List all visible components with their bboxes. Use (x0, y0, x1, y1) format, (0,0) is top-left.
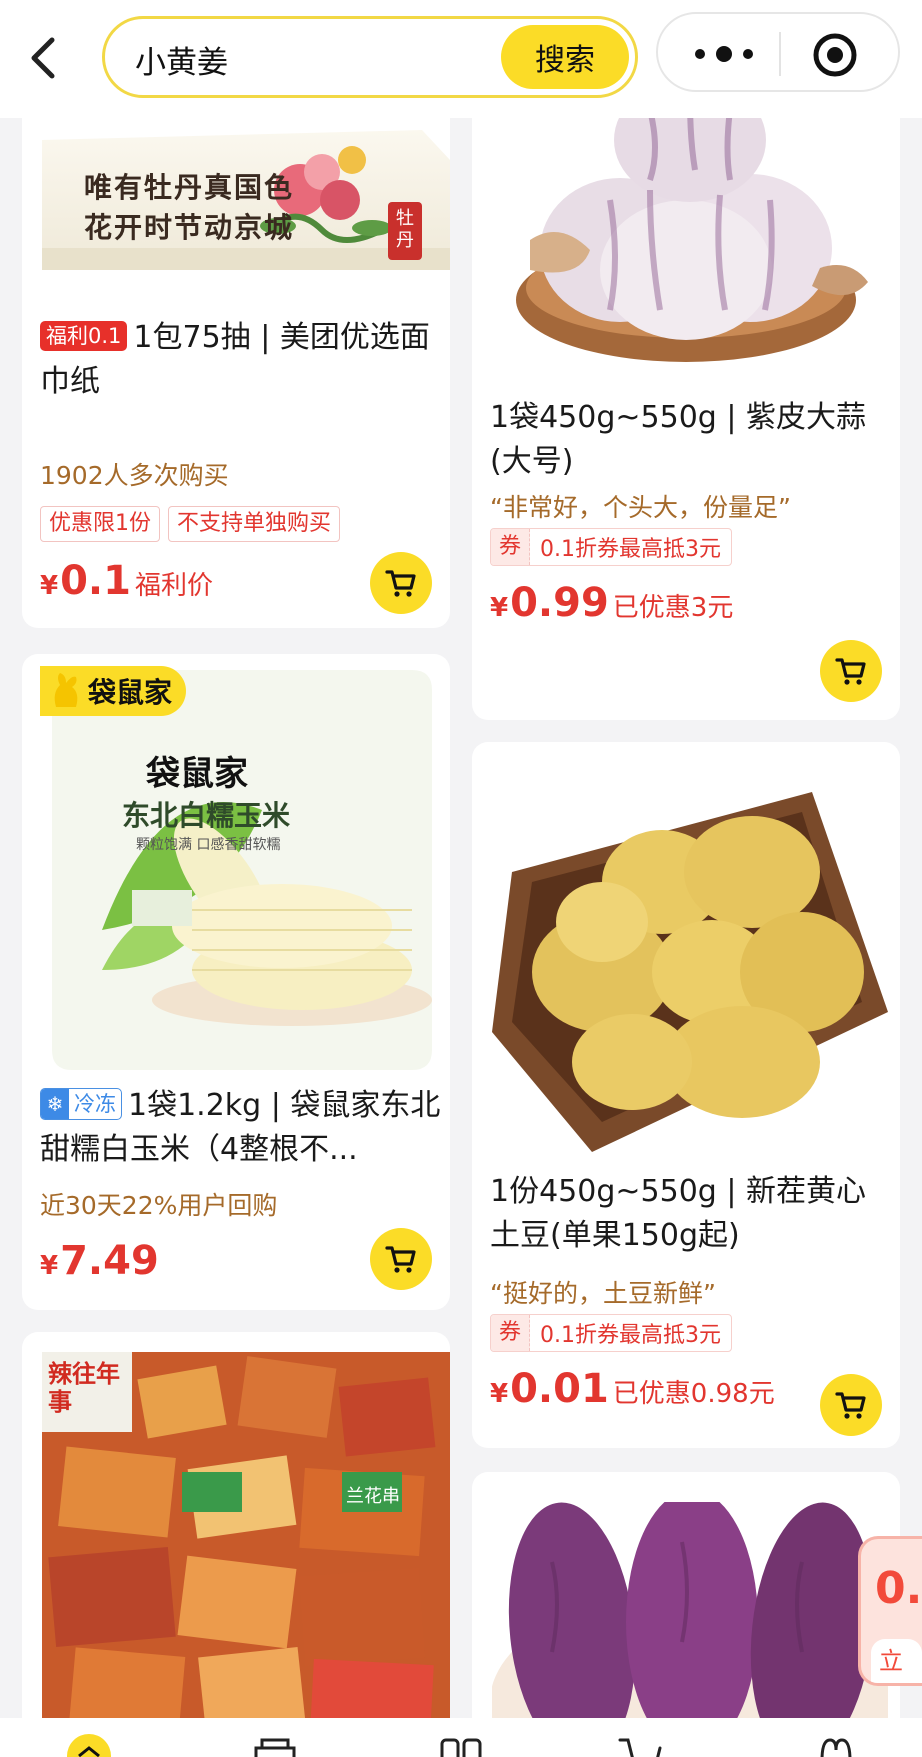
chip-limit: 优惠限1份 (40, 506, 160, 542)
package-tagline: 颗粒饱满 口感香甜软糯 (136, 837, 281, 853)
product-card-tissue[interactable]: 唯有牡丹真国色 花开时节动京城 牡丹 福利0.1 1包75抽 | 美团优选面巾纸 … (22, 100, 450, 628)
promo-chips: 优惠限1份 不支持单独购买 (40, 506, 341, 542)
product-image-snack[interactable]: 辣往年事 兰花串 (42, 1352, 450, 1738)
profile-tab-icon[interactable] (810, 1730, 860, 1757)
close-miniprogram-icon[interactable] (808, 28, 862, 82)
price-suffix: 福利价 (134, 571, 213, 601)
category-tab-icon[interactable] (250, 1730, 300, 1757)
coupon-label: 券 (491, 1315, 531, 1351)
price: ¥7.49 (40, 1238, 159, 1284)
image-calligraphy-line2: 花开时节动京城 (84, 211, 295, 244)
coupon-badge: 券 0.1折券最高抵3元 (490, 1314, 733, 1352)
cart-icon (385, 570, 416, 597)
brand-badge: 袋鼠家 (40, 666, 187, 716)
frozen-tag-text: 冷冻 (74, 1092, 116, 1116)
product-card-corn[interactable]: 袋鼠家 袋鼠家 东北白糯玉米 颗粒饱满 口感香甜软糯 ❄ 冷冻 1袋1.2kg | … (22, 654, 450, 1310)
floating-promo-value: 0.1 (875, 1563, 922, 1614)
price-value: 0.99 (510, 580, 609, 626)
repurchase-info: 1902人多次购买 (40, 461, 229, 490)
product-card-garlic[interactable]: 1袋450g~550g | 紫皮大蒜(大号) “非常好，个头大，份量足” 券 0.… (472, 100, 900, 720)
grid-tab-icon[interactable] (436, 1730, 486, 1757)
currency-symbol: ¥ (490, 1379, 509, 1409)
snowflake-icon: ❄ (41, 1089, 69, 1119)
image-calligraphy-line1: 唯有牡丹真国色 (84, 171, 295, 204)
product-image-potato[interactable] (492, 772, 888, 1172)
product-title[interactable]: ❄ 冷冻 1袋1.2kg | 袋鼠家东北甜糯白玉米（4整根不... (40, 1084, 444, 1172)
frozen-tag: ❄ 冷冻 (40, 1088, 122, 1120)
coupon-label: 券 (491, 529, 531, 565)
product-title[interactable]: 1份450g~550g | 新茬黄心土豆(单果150g起) (490, 1170, 890, 1258)
floating-promo-widget[interactable]: 0.1 立即 (858, 1536, 922, 1686)
mini-program-capsule (656, 12, 900, 92)
welfare-tag: 福利0.1 (40, 321, 128, 351)
product-card-snack[interactable]: 辣往年事 兰花串 (22, 1332, 450, 1757)
currency-symbol: ¥ (490, 593, 509, 623)
price: ¥0.99 已优惠3元 (490, 580, 733, 626)
cart-icon (835, 1392, 866, 1419)
add-to-cart-button[interactable] (820, 640, 882, 702)
product-card-potato[interactable]: 1份450g~550g | 新茬黄心土豆(单果150g起) “挺好的，土豆新鲜”… (472, 742, 900, 1448)
price-value: 0.01 (510, 1366, 609, 1412)
price-suffix: 已优惠3元 (612, 593, 734, 623)
brand-badge-text: 袋鼠家 (88, 676, 173, 709)
review-quote: “挺好的，土豆新鲜” (490, 1279, 716, 1308)
image-seal: 牡丹 (396, 208, 414, 251)
package-product-name: 东北白糯玉米 (122, 799, 291, 832)
cart-icon (385, 1246, 416, 1273)
product-image-garlic[interactable] (490, 100, 890, 390)
price-value: 0.1 (60, 558, 131, 604)
coupon-badge: 券 0.1折券最高抵3元 (490, 528, 733, 566)
add-to-cart-button[interactable] (820, 1374, 882, 1436)
cart-tab-icon[interactable] (616, 1730, 666, 1757)
add-to-cart-button[interactable] (370, 1228, 432, 1290)
more-icon[interactable] (686, 32, 766, 76)
search-input[interactable]: 小黄姜 (135, 37, 228, 82)
snack-label-text: 兰花串 (346, 1486, 400, 1507)
kangaroo-logo-icon (54, 673, 78, 707)
search-button[interactable]: 搜索 (501, 25, 629, 89)
product-card-sweet-potato[interactable] (472, 1472, 900, 1757)
snack-brand-text: 辣往年事 (48, 1360, 120, 1416)
capsule-divider (779, 32, 781, 76)
floating-promo-button[interactable]: 立即 (871, 1639, 922, 1683)
search-bar[interactable]: 小黄姜 搜索 (102, 16, 638, 98)
product-image-tissue[interactable]: 唯有牡丹真国色 花开时节动京城 牡丹 (42, 130, 450, 270)
product-title[interactable]: 1袋450g~550g | 紫皮大蒜(大号) (490, 396, 890, 484)
package-brand-text: 袋鼠家 (146, 754, 248, 794)
price-suffix: 已优惠0.98元 (612, 1379, 775, 1409)
currency-symbol: ¥ (40, 571, 59, 601)
price-value: 7.49 (60, 1238, 159, 1284)
home-tab-icon[interactable] (64, 1730, 114, 1757)
review-quote: “非常好，个头大，份量足” (490, 493, 791, 522)
top-bar: 小黄姜 搜索 (0, 0, 922, 118)
chip-no-single: 不支持单独购买 (168, 506, 341, 542)
price: ¥0.01 已优惠0.98元 (490, 1366, 775, 1412)
coupon-text: 0.1折券最高抵3元 (540, 1323, 722, 1348)
bottom-tab-bar (0, 1718, 922, 1757)
price: ¥0.1 福利价 (40, 558, 213, 604)
currency-symbol: ¥ (40, 1251, 59, 1281)
product-title[interactable]: 福利0.1 1包75抽 | 美团优选面巾纸 (40, 316, 440, 404)
cart-icon (835, 658, 866, 685)
back-arrow-icon[interactable] (22, 30, 66, 86)
coupon-text: 0.1折券最高抵3元 (540, 537, 722, 562)
add-to-cart-button[interactable] (370, 552, 432, 614)
repurchase-info: 近30天22%用户回购 (40, 1191, 278, 1220)
product-image-corn[interactable]: 袋鼠家 东北白糯玉米 颗粒饱满 口感香甜软糯 (42, 670, 442, 1078)
